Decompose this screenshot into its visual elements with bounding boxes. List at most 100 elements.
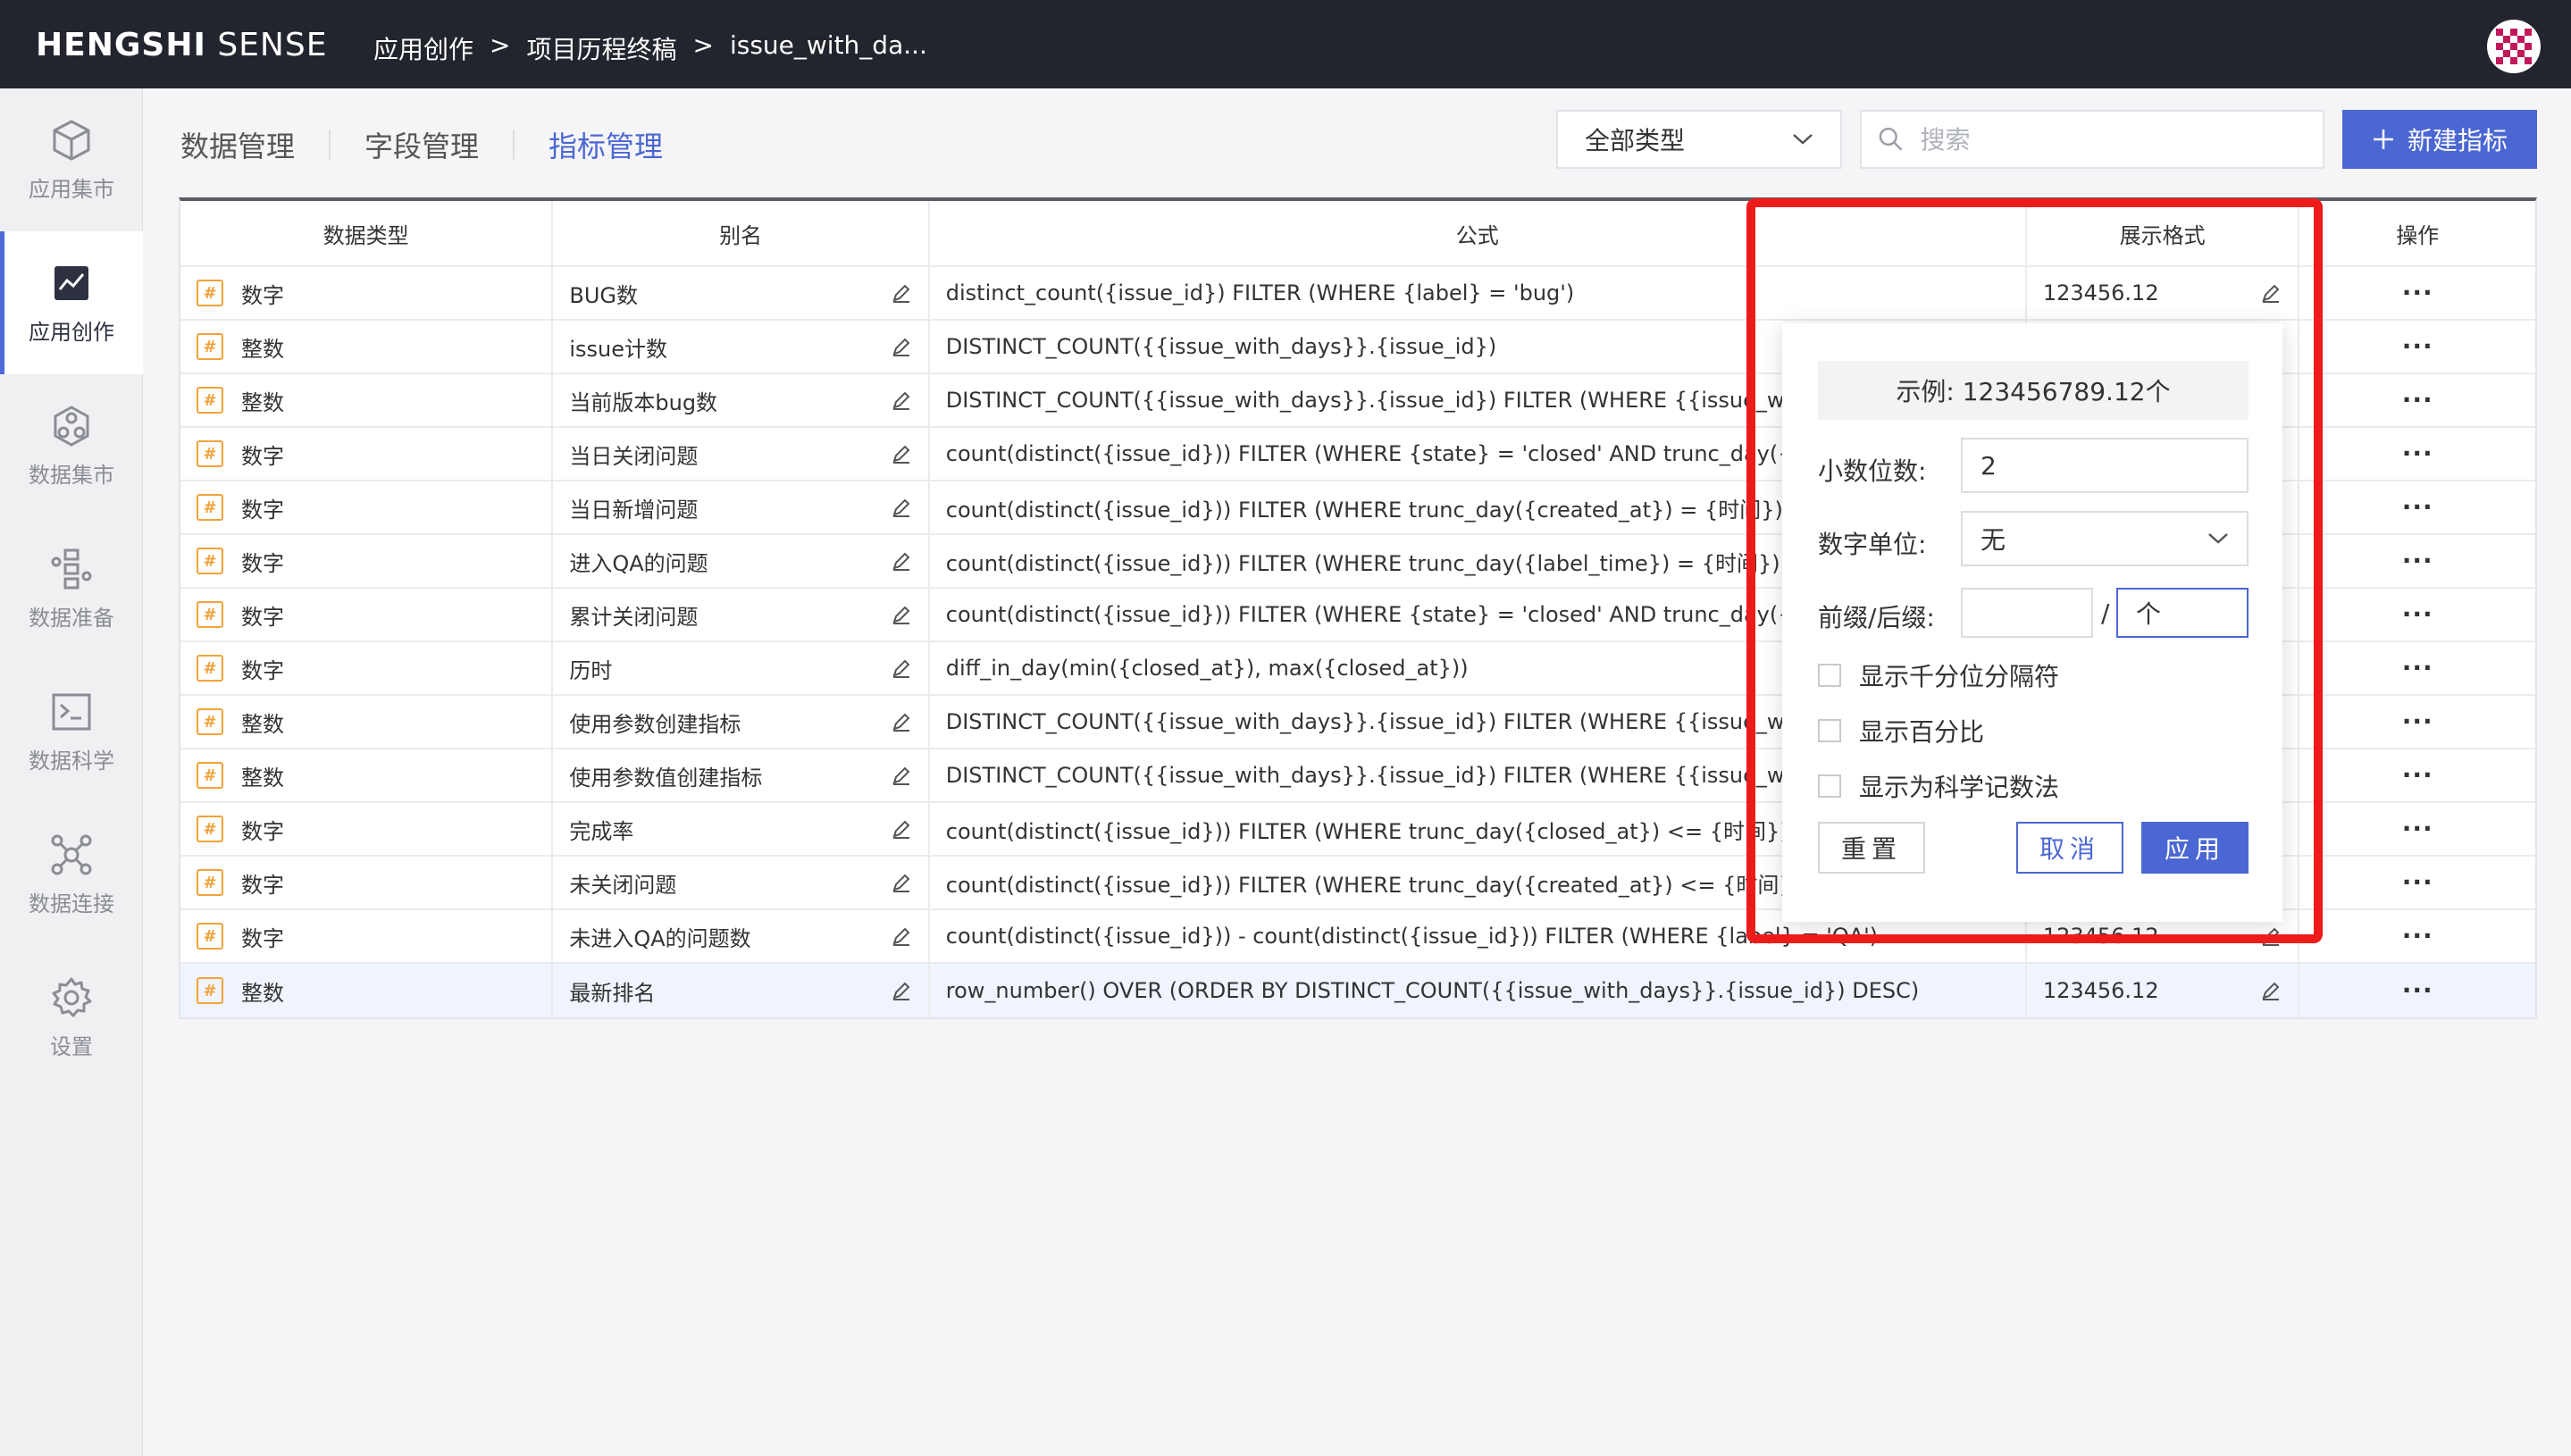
app-logo[interactable]: HENGSHI SENSE [36,27,327,63]
alias-cell: BUG数 [553,267,930,319]
edit-pencil-icon[interactable] [891,765,912,786]
edit-pencil-icon[interactable] [2260,925,2282,947]
more-actions-icon[interactable]: ··· [2402,602,2433,627]
type-cell: # 数字 [180,267,554,319]
type-label: 整数 [241,336,284,362]
search-icon [1879,127,1903,151]
type-label: 整数 [241,980,284,1006]
tab-field-management[interactable]: 字段管理 [364,124,479,165]
more-actions-icon[interactable]: ··· [2402,656,2433,681]
search-input[interactable] [1920,124,2307,155]
edit-pencil-icon[interactable] [2260,282,2282,304]
actions-cell: ··· [2299,642,2535,694]
prefix-input[interactable] [1961,588,2093,638]
sidebar-item-data-prep[interactable]: 数据准备 [0,517,143,660]
type-label: 数字 [241,497,284,523]
sidebar-item-settings[interactable]: 设置 [0,946,143,1089]
breadcrumb-item-project[interactable]: 项目历程终稿 [526,30,676,66]
edit-pencil-icon[interactable] [891,550,912,572]
formula-text: count(distinct({issue_id})) FILTER (WHER… [945,872,1872,898]
more-actions-icon[interactable]: ··· [2402,816,2433,841]
gear-icon [52,977,92,1017]
edit-pencil-icon[interactable] [891,443,912,464]
suffix-input[interactable]: 个 [2116,588,2249,638]
thousands-separator-option[interactable]: 显示千分位分隔符 [1818,657,2059,693]
sidebar-item-data-science[interactable]: 数据科学 [0,660,143,803]
top-bar: HENGSHI SENSE 应用创作 > 项目历程终稿 > issue_with… [0,0,2571,88]
number-type-icon: # [197,440,223,467]
checkbox[interactable] [1818,719,1841,742]
edit-pencil-icon[interactable] [891,980,912,1001]
edit-pencil-icon[interactable] [891,497,912,518]
tab-bar: 数据管理 字段管理 指标管理 [180,124,663,165]
sidebar-item-label: 数据准备 [29,605,114,631]
edit-pencil-icon[interactable] [891,336,912,357]
edit-pencil-icon[interactable] [891,711,912,732]
format-example: 示例: 123456789.12个 [1818,361,2249,420]
edit-pencil-icon[interactable] [2260,980,2282,1001]
edit-pencil-icon[interactable] [891,872,912,893]
avatar[interactable] [2487,20,2541,73]
more-actions-icon[interactable]: ··· [2402,441,2433,466]
column-header-actions: 操作 [2396,222,2440,248]
breadcrumb-item-app-create[interactable]: 应用创作 [373,30,473,66]
sidebar-item-data-market[interactable]: 数据集市 [0,374,143,517]
edit-pencil-icon[interactable] [891,389,912,411]
more-actions-icon[interactable]: ··· [2402,388,2433,413]
more-actions-icon[interactable]: ··· [2402,334,2433,359]
more-actions-icon[interactable]: ··· [2402,978,2433,1003]
decimal-input[interactable]: 2 [1961,438,2249,493]
more-actions-icon[interactable]: ··· [2402,763,2433,788]
edit-pencil-icon[interactable] [891,604,912,625]
tab-metric-management[interactable]: 指标管理 [549,124,663,165]
alias-text: 最新排名 [569,980,656,1006]
edit-pencil-icon[interactable] [891,657,912,679]
alias-cell: 历时 [553,642,930,694]
sidebar-item-app-create[interactable]: 应用创作 [0,231,143,374]
number-type-icon: # [197,601,223,628]
more-actions-icon[interactable]: ··· [2402,280,2433,305]
type-cell: # 数字 [180,428,554,480]
tab-data-management[interactable]: 数据管理 [180,124,295,165]
type-filter-select[interactable]: 全部类型 [1556,110,1842,169]
actions-cell: ··· [2299,696,2535,748]
formula-text: count(distinct({issue_id})) FILTER (WHER… [945,602,1847,627]
alias-cell: 当日新增问题 [553,481,930,533]
actions-cell: ··· [2299,910,2535,962]
alias-cell: 当前版本bug数 [553,374,930,426]
tab-divider [513,130,515,160]
more-actions-icon[interactable]: ··· [2402,924,2433,949]
checkbox[interactable] [1818,774,1841,798]
more-actions-icon[interactable]: ··· [2402,495,2433,520]
alias-cell: 进入QA的问题 [553,535,930,587]
plus-icon [2373,130,2393,149]
cancel-button[interactable]: 取消 [2016,822,2123,874]
sidebar-item-app-market[interactable]: 应用集市 [0,88,143,231]
sidebar-item-data-connect[interactable]: 数据连接 [0,803,143,946]
edit-pencil-icon[interactable] [891,282,912,304]
unit-select[interactable]: 无 [1961,511,2249,566]
apply-button[interactable]: 应用 [2141,822,2249,874]
breadcrumb-item-dataset: issue_with_da... [729,30,927,60]
new-metric-button[interactable]: 新建指标 [2342,110,2537,169]
checkbox[interactable] [1818,664,1841,687]
option-label: 显示百分比 [1859,717,1985,747]
alias-text: 使用参数值创建指标 [569,765,763,791]
edit-pencil-icon[interactable] [891,818,912,840]
percentage-option[interactable]: 显示百分比 [1818,713,1984,749]
type-cell: # 数字 [180,803,554,855]
scientific-notation-option[interactable]: 显示为科学记数法 [1818,768,2059,804]
alias-text: 未关闭问题 [569,872,677,898]
breadcrumb: 应用创作 > 项目历程终稿 > issue_with_da... [373,30,927,66]
more-actions-icon[interactable]: ··· [2402,709,2433,734]
actions-cell: ··· [2299,267,2535,319]
more-actions-icon[interactable]: ··· [2402,548,2433,573]
alias-text: 完成率 [569,818,634,844]
more-actions-icon[interactable]: ··· [2402,870,2433,895]
edit-pencil-icon[interactable] [891,925,912,947]
alias-text: 进入QA的问题 [569,550,708,576]
sidebar-item-label: 数据集市 [29,462,114,488]
table-header-row: 数据类型 别名 公式 展示格式 操作 [180,201,2535,267]
reset-button[interactable]: 重置 [1818,822,1925,874]
alias-text: issue计数 [569,336,668,362]
